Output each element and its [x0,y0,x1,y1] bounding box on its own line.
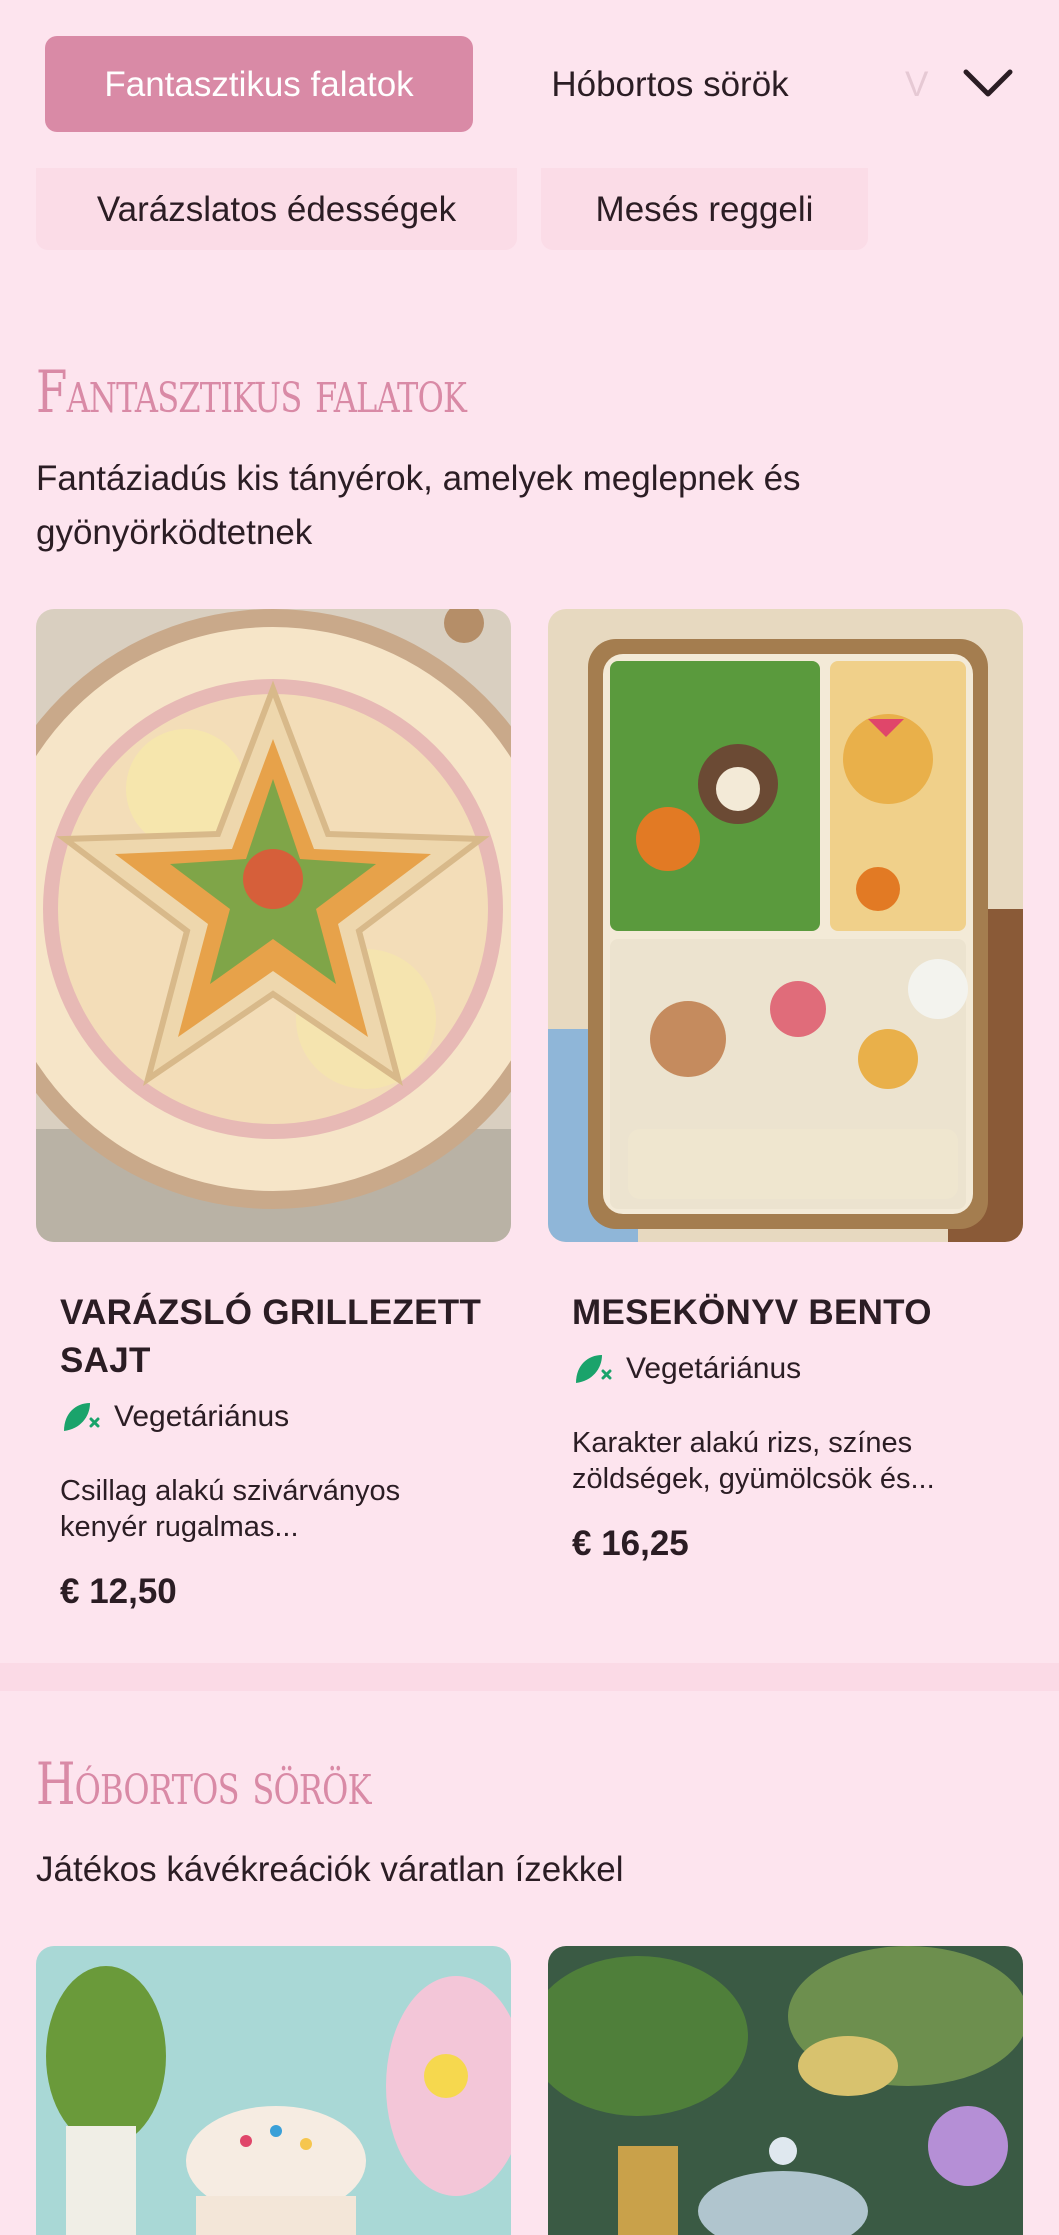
vegetarian-label: Vegetáriánus [114,1400,290,1433]
leaf-icon [64,1403,100,1431]
section-title: Hóbortos sörök [36,1750,372,1818]
category-nav: Fantasztikus falatok Hóbortos sörök V [0,0,1059,168]
item-price: € 12,50 [60,1572,177,1611]
tab-partial[interactable]: V [905,36,945,132]
drink-image [36,1946,511,2235]
menu-card[interactable]: Mesekönyv bento Vegetáriánus Karakter al… [548,609,1023,1629]
tab-meses-reggeli[interactable]: Mesés reggeli [541,168,868,250]
leaf-icon [576,1355,612,1383]
vegetarian-tag: Vegetáriánus [60,1399,289,1435]
item-name: Varázsló grillezett sajt [60,1293,482,1380]
menu-card[interactable]: Varázsló grillezett sajt Vegetáriánus Cs… [36,609,511,1629]
item-name: Mesekönyv bento [572,1293,932,1332]
chevron-down-icon[interactable] [960,62,1016,106]
drink-image [548,1946,1023,2235]
vegetarian-tag: Vegetáriánus [572,1351,801,1387]
menu-card[interactable] [548,1946,1023,2235]
tab-hobortos-sorok[interactable]: Hóbortos sörök [520,36,820,132]
menu-card[interactable] [36,1946,511,2235]
food-image [36,609,511,1242]
section-subtitle: Fantáziadús kis tányérok, amelyek meglep… [36,459,801,552]
tab-fantasztikus-falatok[interactable]: Fantasztikus falatok [45,36,473,132]
vegetarian-label: Vegetáriánus [626,1352,802,1385]
section-title: Fantasztikus falatok [36,358,467,426]
item-price: € 16,25 [572,1524,689,1563]
section-divider [0,1663,1059,1691]
item-description: Karakter alakú rizs, színes zöldségek, g… [572,1427,935,1495]
food-image [548,609,1023,1242]
section-subtitle: Játékos kávékreációk váratlan ízekkel [36,1850,624,1889]
item-description: Csillag alakú szivárványos kenyér rugalm… [60,1475,401,1543]
tab-varazslatos-edessegek[interactable]: Varázslatos édességek [36,168,517,250]
